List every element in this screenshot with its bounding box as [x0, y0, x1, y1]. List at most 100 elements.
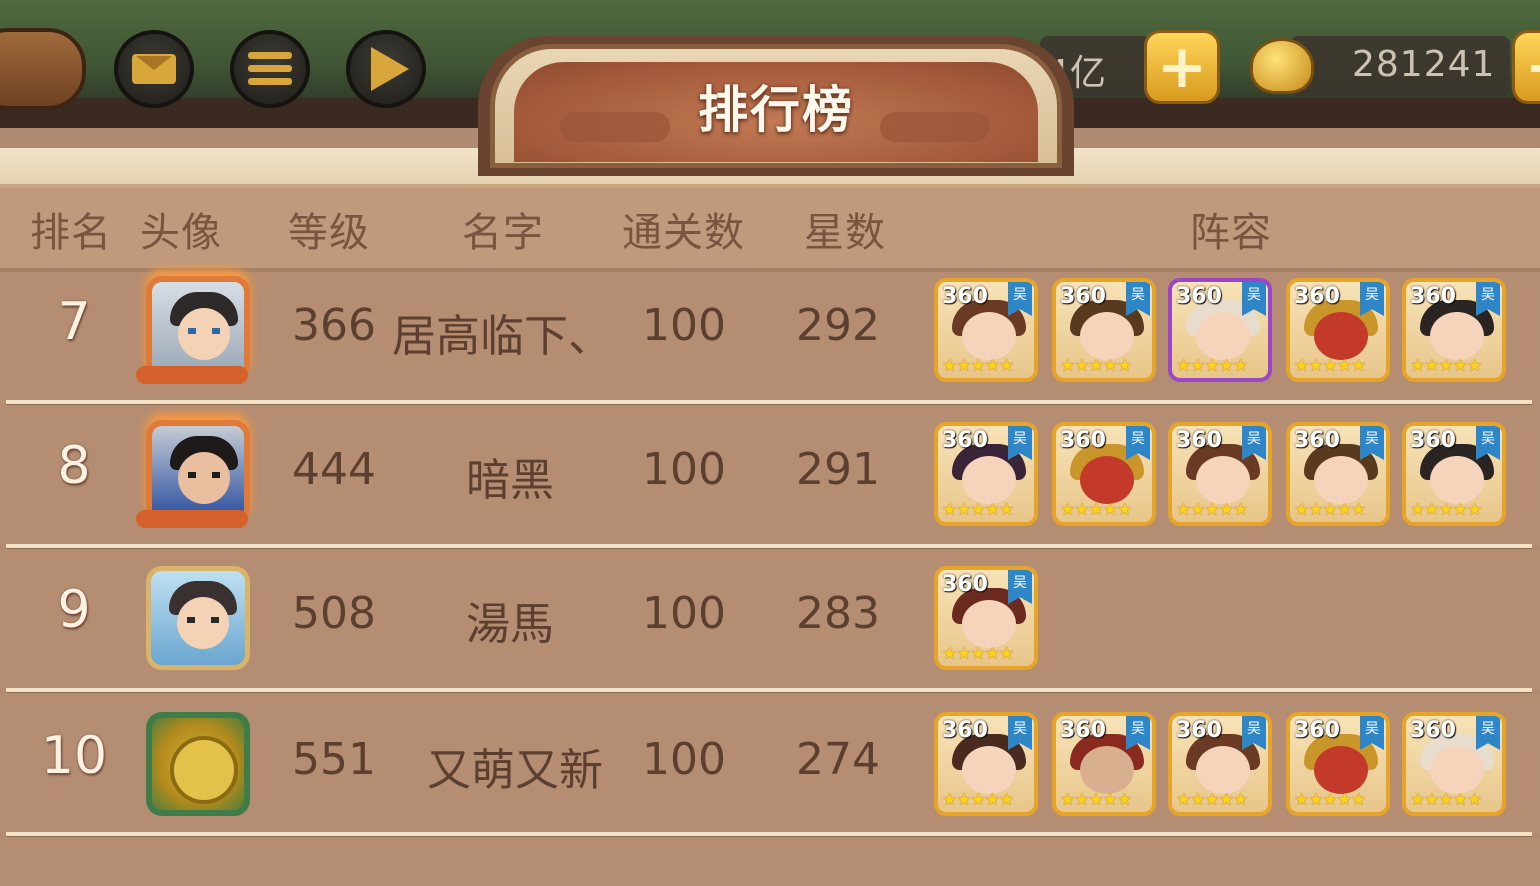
rank-cell: 9: [57, 580, 91, 640]
hero-portrait: [1080, 746, 1134, 794]
faction-label: 吴: [1013, 721, 1027, 737]
faction-label: 吴: [1013, 287, 1027, 303]
player-avatar[interactable]: [146, 712, 250, 816]
hero-card[interactable]: 360 吴 ★★★★★: [1402, 278, 1506, 382]
level-cell: 551: [292, 734, 376, 785]
avatar-portrait: [177, 597, 229, 649]
hero-stars: ★★★★★: [1060, 790, 1132, 810]
hero-stars: ★★★★★: [1060, 356, 1132, 376]
faction-label: 吴: [1481, 721, 1495, 737]
hero-stars: ★★★★★: [1294, 790, 1366, 810]
play-button[interactable]: [346, 30, 426, 108]
avatar-portrait: [188, 328, 220, 334]
hero-card[interactable]: 360 吴 ★★★★★: [1052, 712, 1156, 816]
faction-label: 吴: [1365, 431, 1379, 447]
hero-portrait: [1196, 456, 1250, 504]
hero-card[interactable]: 360 吴 ★★★★★: [1402, 712, 1506, 816]
faction-label: 吴: [1247, 721, 1261, 737]
avatar-ribbon: [136, 510, 248, 528]
rank-cell: 10: [40, 726, 108, 786]
table-row-partial: [0, 837, 1540, 886]
hero-stars: ★★★★★: [942, 644, 1014, 664]
name-cell: 湯馬: [466, 599, 554, 650]
list-icon: [248, 52, 292, 86]
hero-level: 360: [1410, 718, 1456, 743]
hero-card[interactable]: 360 吴 ★★★★★: [934, 566, 1038, 670]
hero-card[interactable]: 360 吴 ★★★★★: [934, 712, 1038, 816]
avatar-portrait: [178, 452, 230, 504]
player-avatar[interactable]: [146, 276, 250, 380]
name-cell: 又萌又新: [427, 745, 603, 796]
rank-cell: 7: [57, 292, 91, 352]
hero-card[interactable]: 360 吴 ★★★★★: [1168, 712, 1272, 816]
header-name: 名字: [462, 210, 544, 256]
add-resource1-button[interactable]: +: [1144, 30, 1220, 104]
faction-label: 吴: [1481, 287, 1495, 303]
hero-level: 360: [1060, 428, 1106, 453]
hero-card[interactable]: 360 吴 ★★★★★: [1402, 422, 1506, 526]
hero-card[interactable]: 360 吴 ★★★★★: [934, 278, 1038, 382]
hero-card[interactable]: 360 吴 ★★★★★: [1052, 278, 1156, 382]
hero-level: 360: [1060, 718, 1106, 743]
hero-level: 360: [942, 284, 988, 309]
stars-cell: 292: [796, 300, 880, 351]
header-clears: 通关数: [622, 210, 745, 256]
hero-card[interactable]: 360 吴 ★★★★★: [1168, 422, 1272, 526]
hero-portrait: [1080, 456, 1134, 504]
rank-cell: 8: [57, 436, 91, 496]
hero-level: 360: [1294, 428, 1340, 453]
header-lineup: 阵容: [1190, 210, 1272, 256]
plus-icon: +: [1525, 37, 1540, 97]
faction-label: 吴: [1247, 287, 1261, 303]
page-title: 排行榜: [698, 81, 854, 139]
hero-portrait: [962, 456, 1016, 504]
hero-stars: ★★★★★: [1410, 500, 1482, 520]
hero-card[interactable]: 360 吴 ★★★★★: [1286, 422, 1390, 526]
stars-cell: 274: [796, 734, 880, 785]
hero-portrait: [1314, 456, 1368, 504]
faction-label: 吴: [1365, 721, 1379, 737]
hero-portrait: [1430, 456, 1484, 504]
hero-card[interactable]: 360 吴 ★★★★★: [1052, 422, 1156, 526]
wood-menu-button[interactable]: [0, 28, 86, 110]
clears-cell: 100: [642, 444, 726, 495]
mail-button[interactable]: [114, 30, 194, 108]
hero-portrait: [962, 746, 1016, 794]
list-button[interactable]: [230, 30, 310, 108]
hero-level: 360: [942, 572, 988, 597]
hero-portrait: [1080, 312, 1134, 360]
hero-card[interactable]: 360 吴 ★★★★★: [1286, 712, 1390, 816]
hero-stars: ★★★★★: [1176, 790, 1248, 810]
stars-cell: 291: [796, 444, 880, 495]
avatar-portrait: [187, 617, 219, 623]
avatar-ribbon: [136, 366, 248, 384]
hero-portrait: [1196, 312, 1250, 360]
faction-label: 吴: [1131, 721, 1145, 737]
hero-level: 360: [1294, 718, 1340, 743]
level-cell: 508: [292, 588, 376, 639]
hero-portrait: [962, 600, 1016, 648]
hero-card[interactable]: 360 吴 ★★★★★: [1168, 278, 1272, 382]
hero-stars: ★★★★★: [1410, 356, 1482, 376]
hero-stars: ★★★★★: [1294, 500, 1366, 520]
hero-card[interactable]: 360 吴 ★★★★★: [1286, 278, 1390, 382]
header-stars: 星数: [804, 210, 886, 256]
name-cell: 居高临下、: [392, 311, 612, 362]
hero-portrait: [1430, 312, 1484, 360]
hero-stars: ★★★★★: [1410, 790, 1482, 810]
hero-card[interactable]: 360 吴 ★★★★★: [934, 422, 1038, 526]
player-avatar[interactable]: [146, 420, 250, 524]
player-avatar[interactable]: [146, 566, 250, 670]
clears-cell: 100: [642, 300, 726, 351]
hero-level: 360: [1410, 428, 1456, 453]
name-cell: 暗黑: [466, 455, 554, 506]
hero-stars: ★★★★★: [942, 790, 1014, 810]
hero-level: 360: [1176, 428, 1222, 453]
hero-portrait: [1430, 746, 1484, 794]
header-rank: 排名: [30, 210, 112, 256]
hero-portrait: [1314, 746, 1368, 794]
table-header: [0, 188, 1540, 272]
hero-level: 360: [1176, 284, 1222, 309]
add-resource2-button[interactable]: +: [1512, 30, 1540, 104]
faction-label: 吴: [1365, 287, 1379, 303]
